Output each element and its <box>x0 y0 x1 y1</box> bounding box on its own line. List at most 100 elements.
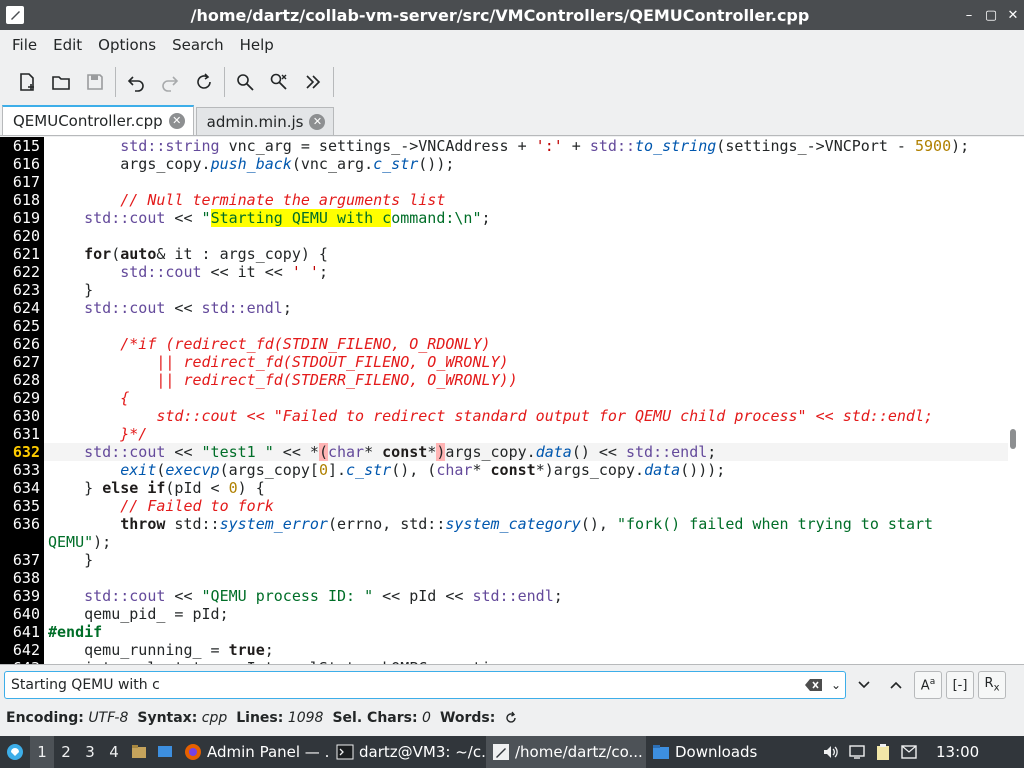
clipboard-tray[interactable] <box>870 736 896 768</box>
code-line: 641 #endif <box>0 623 1008 641</box>
match-case-icon: Aa <box>920 676 936 694</box>
menu-edit[interactable]: Edit <box>45 36 90 54</box>
search-icon <box>237 74 254 91</box>
code-line: 623 } <box>0 281 1008 299</box>
firefox-icon <box>185 744 201 760</box>
goto-line-button[interactable] <box>296 65 330 99</box>
undo-icon <box>127 76 144 92</box>
words-label: Words: <box>439 710 496 726</box>
find-previous-button[interactable] <box>882 671 910 699</box>
document-tabs: QEMUController.cpp ✕ admin.min.js ✕ <box>0 105 1024 136</box>
toolbar-separator <box>333 67 334 97</box>
toolbar-separator <box>115 67 116 97</box>
show-desktop-launcher[interactable] <box>152 736 178 768</box>
sel-chars-value: 0 <box>422 710 431 726</box>
search-input[interactable] <box>5 673 805 697</box>
task-label: /home/dartz/co... <box>515 743 643 761</box>
start-menu-button[interactable] <box>0 736 30 768</box>
code-line: 628 || redirect_fd(STDERR_FILENO, O_WRON… <box>0 371 1008 389</box>
task-label: dartz@VM3: ~/c... <box>359 743 486 761</box>
tab-qemucontroller[interactable]: QEMUController.cpp ✕ <box>2 105 194 135</box>
match-case-button[interactable]: Aa <box>914 671 942 699</box>
chevron-down-icon <box>858 681 870 689</box>
redo-button[interactable] <box>153 65 187 99</box>
task-downloads[interactable]: Downloads <box>646 736 818 768</box>
open-file-button[interactable] <box>44 65 78 99</box>
code-line: 638 <box>0 569 1008 587</box>
tab-admin-min-js[interactable]: admin.min.js ✕ <box>195 107 335 135</box>
toolbar-separator <box>224 67 225 97</box>
find-button[interactable] <box>228 65 262 99</box>
notifications-tray[interactable] <box>896 736 922 768</box>
close-tab-icon[interactable]: ✕ <box>168 113 185 129</box>
menu-file[interactable]: File <box>4 36 45 54</box>
code-lines: 615 std::string vnc_arg = settings_->VNC… <box>0 137 1008 664</box>
code-line: 626 /*if (redirect_fd(STDIN_FILENO, O_RD… <box>0 335 1008 353</box>
volume-icon <box>824 746 838 758</box>
new-file-button[interactable] <box>10 65 44 99</box>
task-terminal[interactable]: dartz@VM3: ~/c... <box>330 736 486 768</box>
syntax-label: Syntax: <box>137 710 198 726</box>
clipboard-icon <box>877 744 889 760</box>
display-tray[interactable] <box>844 736 870 768</box>
code-line: 617 <box>0 173 1008 191</box>
save-button[interactable] <box>78 65 112 99</box>
close-tab-icon[interactable]: ✕ <box>309 113 326 130</box>
code-line: 635 // Failed to fork <box>0 497 1008 515</box>
whole-word-button[interactable]: [-] <box>946 671 974 699</box>
close-window-button[interactable]: ✕ <box>1002 8 1024 23</box>
code-line: 637 } <box>0 551 1008 569</box>
minimize-button[interactable]: – <box>958 8 980 23</box>
refresh-word-count-icon[interactable] <box>504 711 518 725</box>
syntax-value: cpp <box>201 710 228 726</box>
menu-help[interactable]: Help <box>232 36 282 54</box>
maximize-button[interactable]: ▢ <box>980 8 1002 23</box>
menu-search[interactable]: Search <box>164 36 232 54</box>
start-menu-icon <box>7 744 23 760</box>
code-line: 625 <box>0 317 1008 335</box>
find-next-button[interactable] <box>850 671 878 699</box>
reload-icon <box>197 73 211 89</box>
lines-label: Lines: <box>236 710 284 726</box>
reload-button[interactable] <box>187 65 221 99</box>
menu-bar: File Edit Options Search Help <box>0 30 1024 60</box>
vertical-scrollbar-handle[interactable] <box>1010 429 1016 449</box>
taskbar: 1 2 3 4 Admin Panel — ... dartz@VM3: ~/c… <box>0 736 1024 768</box>
monitor-icon <box>849 745 865 759</box>
code-line: 629 { <box>0 389 1008 407</box>
clock[interactable]: 13:00 <box>936 743 979 761</box>
code-editor[interactable]: 615 std::string vnc_arg = settings_->VNC… <box>0 137 1024 665</box>
undo-button[interactable] <box>119 65 153 99</box>
code-line: 620 <box>0 227 1008 245</box>
search-field[interactable]: ⌄ <box>4 671 846 699</box>
window-title: /home/dartz/collab-vm-server/src/VMContr… <box>190 5 810 25</box>
notifications-icon <box>901 745 917 759</box>
replace-button[interactable] <box>262 65 296 99</box>
file-manager-launcher[interactable] <box>126 736 152 768</box>
workspace-4[interactable]: 4 <box>102 743 126 761</box>
file-manager-icon <box>132 745 146 758</box>
clear-search-icon[interactable] <box>805 678 823 692</box>
menu-options[interactable]: Options <box>90 36 164 54</box>
code-line: 636 throw std::system_error(errno, std::… <box>0 515 1008 533</box>
volume-tray[interactable] <box>818 736 844 768</box>
terminal-icon <box>336 744 354 760</box>
regex-button[interactable]: Rx <box>978 671 1006 699</box>
task-label: Admin Panel — ... <box>207 743 330 761</box>
task-label: Downloads <box>675 743 758 761</box>
task-text-editor[interactable]: /home/dartz/co... <box>486 736 646 768</box>
lines-value: 1098 <box>287 710 324 726</box>
current-code-line: 632 std::cout << "test1 " << *(char* con… <box>0 443 1008 461</box>
task-admin-panel[interactable]: Admin Panel — ... <box>178 736 330 768</box>
workspace-2[interactable]: 2 <box>54 743 78 761</box>
code-line: 642 qemu_running_ = true; <box>0 641 1008 659</box>
workspace-3[interactable]: 3 <box>78 743 102 761</box>
tab-label: admin.min.js <box>206 112 304 131</box>
workspace-1[interactable]: 1 <box>30 736 54 768</box>
text-editor-icon <box>493 744 509 760</box>
encoding-value: UTF-8 <box>88 710 129 726</box>
code-line: 627 || redirect_fd(STDOUT_FILENO, O_WRON… <box>0 353 1008 371</box>
chevron-down-icon[interactable]: ⌄ <box>827 678 845 692</box>
code-line: 619 std::cout << "Starting QEMU with com… <box>0 209 1008 227</box>
code-line: 643 internal_state_ = InternalState::kQM… <box>0 659 1008 664</box>
